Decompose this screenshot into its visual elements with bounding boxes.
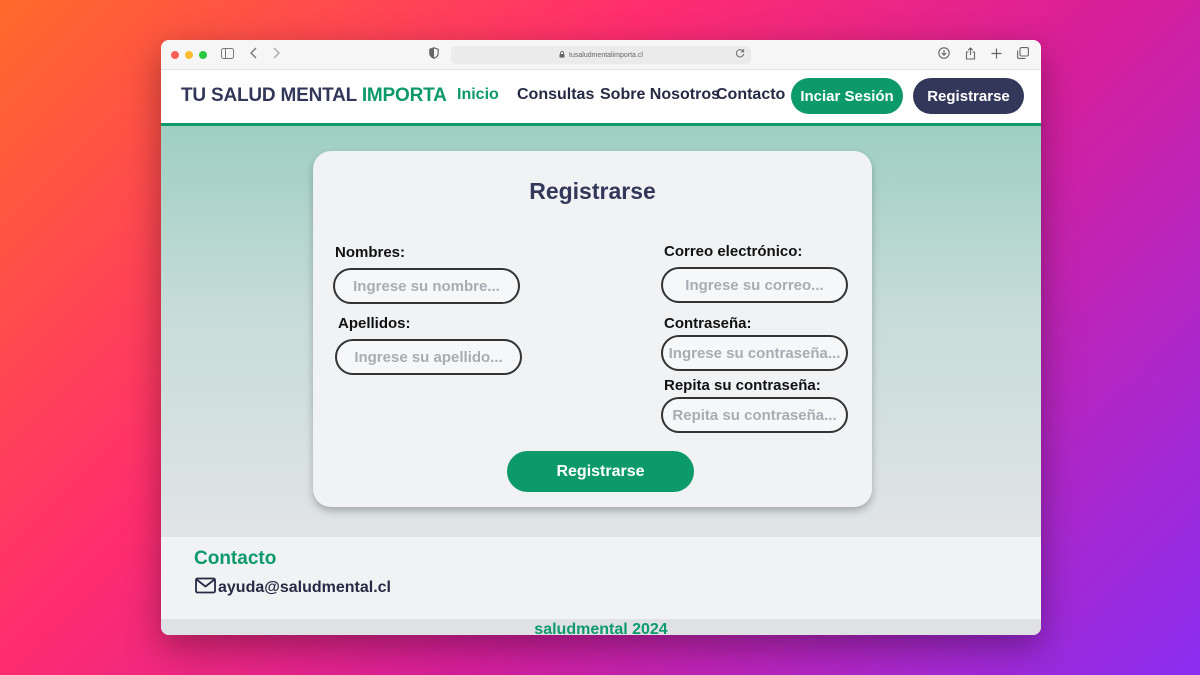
mail-icon: [195, 577, 216, 598]
register-nav-button[interactable]: Registrarse: [913, 78, 1024, 114]
copyright-text: saludmental 2024: [534, 621, 668, 636]
nav-link-contacto[interactable]: Contacto: [716, 86, 785, 104]
nombres-input[interactable]: [333, 268, 520, 304]
brand-text: TU SALUD MENTAL: [181, 85, 362, 106]
nav-link-inicio[interactable]: Inicio: [457, 86, 499, 104]
lock-icon: [559, 50, 565, 60]
address-bar[interactable]: tusaludmentalimporta.cl: [451, 46, 751, 64]
forward-icon[interactable]: [272, 47, 280, 63]
repeat-password-input[interactable]: [661, 397, 848, 433]
password-label: Contraseña:: [664, 315, 752, 332]
brand-accent-text: IMPORTA: [361, 85, 447, 106]
sidebar-toggle-icon[interactable]: [221, 47, 234, 63]
downloads-icon[interactable]: [938, 47, 950, 63]
nav-link-consultas[interactable]: Consultas: [517, 86, 594, 104]
close-window-button[interactable]: [171, 51, 179, 59]
email-input[interactable]: [661, 267, 848, 303]
form-title: Registrarse: [529, 178, 656, 204]
new-tab-icon[interactable]: [991, 47, 1002, 63]
browser-window: tusaludmentalimporta.cl TU SALUD MENTAL …: [161, 40, 1041, 635]
apellidos-input[interactable]: [335, 339, 522, 375]
nav-link-sobre-nosotros[interactable]: Sobre Nosotros: [600, 86, 720, 104]
registration-card: Registrarse Nombres: Apellidos: Correo e…: [313, 151, 872, 507]
site-logo[interactable]: TU SALUD MENTAL IMPORTA: [181, 85, 447, 107]
url-text: tusaludmentalimporta.cl: [569, 51, 643, 59]
window-controls: [171, 51, 207, 59]
browser-toolbar: tusaludmentalimporta.cl: [161, 40, 1041, 70]
login-button[interactable]: Inciar Sesión: [791, 78, 903, 114]
footer-contact-title: Contacto: [194, 548, 277, 569]
repeat-password-label: Repita su contraseña:: [664, 377, 821, 394]
password-input[interactable]: [661, 335, 848, 371]
correo-label: Correo electrónico:: [664, 243, 803, 260]
reload-icon[interactable]: [735, 48, 745, 61]
footer-email[interactable]: ayuda@saludmental.cl: [195, 577, 391, 598]
privacy-shield-icon[interactable]: [429, 47, 439, 63]
nombres-label: Nombres:: [335, 244, 406, 261]
share-icon[interactable]: [965, 47, 976, 64]
site-navbar: TU SALUD MENTAL IMPORTA Inicio Consultas…: [161, 70, 1041, 126]
main-content: Registrarse Nombres: Apellidos: Correo e…: [161, 126, 1041, 537]
footer-email-text[interactable]: ayuda@saludmental.cl: [218, 579, 391, 597]
register-submit-button[interactable]: Registrarse: [507, 451, 694, 492]
apellidos-label: Apellidos:: [338, 315, 411, 332]
copyright-bar: saludmental 2024: [161, 619, 1041, 635]
tab-overview-icon[interactable]: [1017, 47, 1029, 63]
minimize-window-button[interactable]: [185, 51, 193, 59]
site-footer: Contacto ayuda@saludmental.cl: [161, 537, 1041, 619]
zoom-window-button[interactable]: [199, 51, 207, 59]
back-icon[interactable]: [250, 47, 258, 63]
